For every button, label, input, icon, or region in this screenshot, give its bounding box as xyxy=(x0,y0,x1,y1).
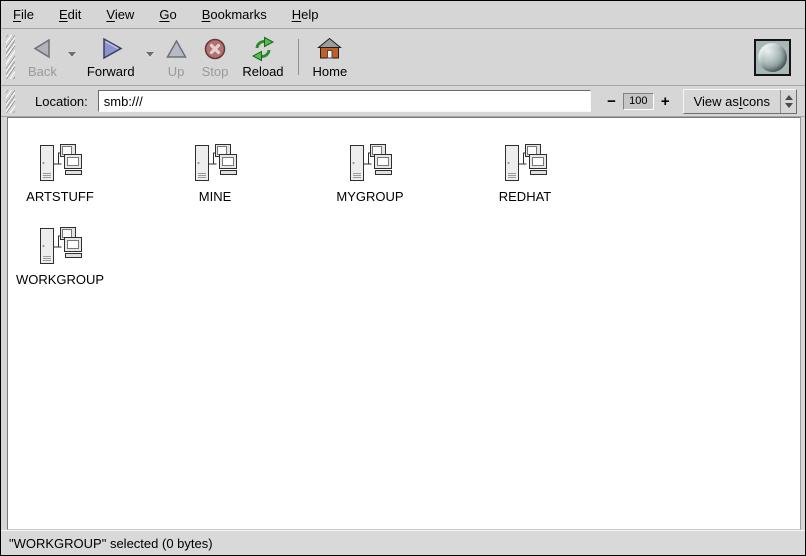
home-icon xyxy=(317,35,342,62)
zoom-out-button[interactable]: − xyxy=(607,94,616,109)
throbber xyxy=(754,39,791,76)
network-workgroup-icon xyxy=(37,143,83,183)
icon-view[interactable]: ARTSTUFF MINE xyxy=(7,117,801,530)
menu-edit[interactable]: Edit xyxy=(57,4,83,25)
zoom-level-indicator[interactable]: 100 xyxy=(623,93,654,110)
location-input[interactable] xyxy=(98,90,591,112)
stop-button[interactable]: Stop xyxy=(195,31,236,83)
home-button[interactable]: Home xyxy=(306,31,355,83)
reload-label: Reload xyxy=(242,65,283,79)
menubar: File Edit View Go Bookmarks Help xyxy=(1,1,805,29)
chevron-down-icon xyxy=(68,52,76,57)
dropdown-indicator-icon xyxy=(780,90,796,113)
view-as-label: View as Icons xyxy=(684,90,780,113)
back-label: Back xyxy=(28,65,57,79)
smb-group-mygroup[interactable]: MYGROUP xyxy=(325,143,415,204)
reload-button[interactable]: Reload xyxy=(235,31,290,83)
location-bar-grip-handle[interactable] xyxy=(6,90,15,113)
back-button[interactable]: Back xyxy=(21,31,64,83)
forward-button[interactable]: Forward xyxy=(80,31,142,83)
home-label: Home xyxy=(313,65,348,79)
up-label: Up xyxy=(168,65,185,79)
throbber-sphere-icon xyxy=(758,43,787,72)
view-as-dropdown[interactable]: View as Icons xyxy=(683,89,797,114)
reload-icon xyxy=(250,35,276,62)
chevron-down-icon xyxy=(146,52,154,57)
forward-label: Forward xyxy=(87,65,135,79)
network-workgroup-icon xyxy=(502,143,548,183)
smb-group-artstuff[interactable]: ARTSTUFF xyxy=(15,143,105,204)
zoom-in-button[interactable]: + xyxy=(661,94,670,109)
network-workgroup-icon xyxy=(37,226,83,266)
network-workgroup-icon xyxy=(347,143,393,183)
toolbar: Back Forward Up Stop xyxy=(1,29,805,86)
toolbar-grip-handle[interactable] xyxy=(6,35,15,79)
location-bar: Location: − 100 + View as Icons xyxy=(1,86,805,117)
icon-grid: ARTSTUFF MINE xyxy=(8,118,648,309)
icon-label: REDHAT xyxy=(499,189,551,204)
menu-help[interactable]: Help xyxy=(290,4,321,25)
smb-group-workgroup[interactable]: WORKGROUP xyxy=(15,226,105,287)
stop-label: Stop xyxy=(202,65,229,79)
forward-icon xyxy=(98,35,124,62)
network-workgroup-icon xyxy=(192,143,238,183)
smb-group-redhat[interactable]: REDHAT xyxy=(480,143,570,204)
menu-go[interactable]: Go xyxy=(157,4,178,25)
up-button[interactable]: Up xyxy=(158,31,195,83)
smb-group-mine[interactable]: MINE xyxy=(170,143,260,204)
icon-label: MINE xyxy=(199,189,232,204)
toolbar-separator xyxy=(298,39,299,75)
up-icon xyxy=(165,35,188,62)
file-manager-window: File Edit View Go Bookmarks Help Back Fo… xyxy=(0,0,806,556)
menu-bookmarks[interactable]: Bookmarks xyxy=(200,4,269,25)
icon-label: ARTSTUFF xyxy=(26,189,94,204)
stop-icon xyxy=(203,35,227,62)
statusbar: "WORKGROUP" selected (0 bytes) xyxy=(1,530,805,555)
icon-label: WORKGROUP xyxy=(16,272,104,287)
back-history-dropdown[interactable] xyxy=(64,37,80,71)
status-text: "WORKGROUP" selected (0 bytes) xyxy=(9,536,213,551)
forward-history-dropdown[interactable] xyxy=(142,37,158,71)
back-icon xyxy=(30,35,54,62)
menu-file[interactable]: File xyxy=(11,4,36,25)
menu-view[interactable]: View xyxy=(104,4,136,25)
icon-label: MYGROUP xyxy=(336,189,403,204)
location-label: Location: xyxy=(35,94,88,109)
